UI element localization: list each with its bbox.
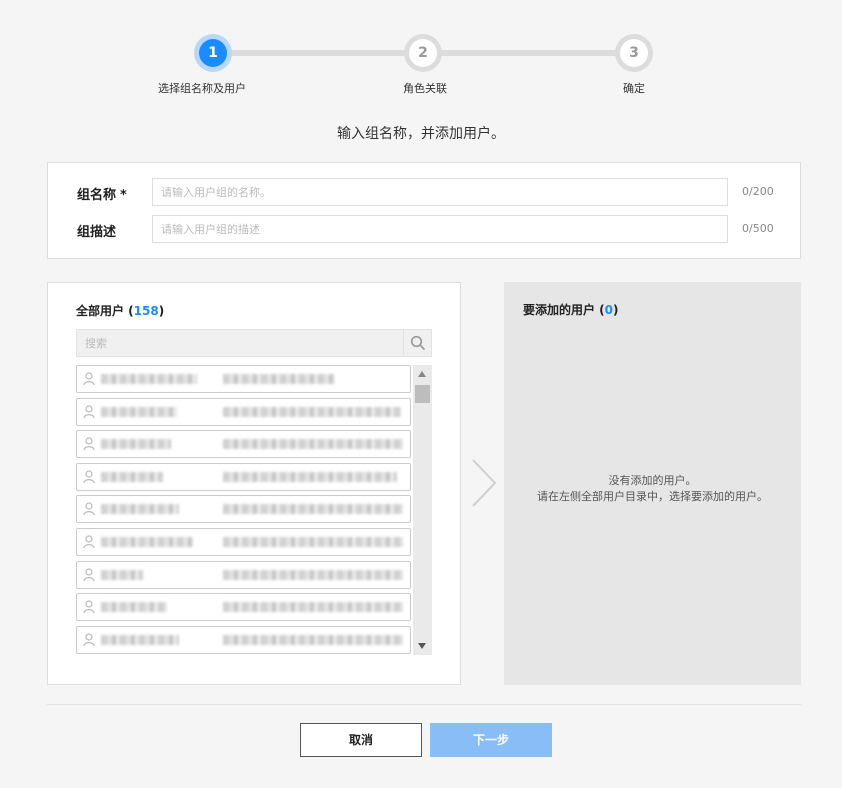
chevron-right-icon [472, 459, 497, 507]
step-3-label: 确定 [623, 82, 645, 95]
step-connector [230, 50, 406, 56]
redacted-user-name [101, 439, 171, 450]
redacted-user-id [223, 537, 403, 547]
user-list-item[interactable] [76, 495, 411, 524]
user-icon [83, 535, 95, 549]
step-2-label: 角色关联 [403, 82, 447, 95]
step-2-number: 2 [409, 39, 437, 67]
user-list-item[interactable] [76, 462, 411, 491]
search-button[interactable] [403, 330, 431, 356]
empty-message-line-1: 没有添加的用户。 [608, 474, 697, 487]
user-icon [83, 470, 95, 483]
redacted-user-id [223, 504, 403, 515]
step-3-indicator: 3 [615, 34, 653, 72]
group-name-input[interactable] [152, 178, 728, 206]
all-users-count: 158 [133, 304, 159, 318]
next-step-button[interactable]: 下一步 [430, 723, 552, 757]
user-list-item[interactable] [76, 560, 411, 589]
user-list-item[interactable] [76, 528, 411, 556]
step-3-number: 3 [620, 39, 648, 67]
group-name-label-text: 组名称 [77, 188, 117, 203]
stepper: 1 2 3 选择组名称及用户 角色关联 确定 [0, 0, 842, 110]
user-list-item[interactable] [76, 397, 411, 426]
all-users-title-suffix: ) [158, 304, 165, 318]
selected-users-title: 要添加的用户 (0) [523, 301, 619, 318]
user-icon [83, 437, 95, 451]
footer-divider [47, 704, 801, 705]
step-connector [440, 50, 618, 56]
redacted-user-name [101, 537, 193, 547]
user-icon [83, 372, 95, 386]
selected-users-panel: 要添加的用户 (0) 没有添加的用户。 请在左侧全部用户目录中，选择要添加的用户… [504, 282, 801, 685]
redacted-user-name [101, 406, 177, 417]
required-mark: * [120, 188, 127, 203]
selected-users-count: 0 [604, 303, 614, 317]
selected-users-title-text: 要添加的用户 ( [523, 303, 605, 317]
scroll-up-arrow-icon[interactable] [418, 371, 426, 377]
user-icon [83, 502, 95, 516]
group-desc-input[interactable] [152, 215, 728, 243]
group-desc-row: 组描述 0/500 [48, 215, 802, 243]
redacted-user-id [223, 439, 403, 450]
redacted-user-id [223, 602, 403, 613]
user-list-item[interactable] [76, 625, 411, 654]
redacted-user-id [223, 634, 403, 645]
intro-text: 输入组名称，并添加用户。 [337, 126, 505, 142]
redacted-user-name [101, 569, 143, 580]
redacted-user-name [101, 602, 167, 613]
redacted-user-name [101, 374, 197, 384]
user-search-input[interactable] [77, 330, 403, 356]
redacted-user-name [101, 504, 179, 515]
step-1-indicator: 1 [194, 34, 232, 72]
group-desc-label: 组描述 [77, 225, 117, 240]
group-name-label: 组名称 * [77, 184, 127, 203]
user-icon [83, 633, 95, 646]
redacted-user-name [101, 471, 163, 482]
all-users-panel: 全部用户 (158) [47, 282, 461, 685]
group-info-form: 组名称* 0/200 组描述 0/500 [47, 162, 801, 259]
group-name-counter: 0/200 [742, 185, 774, 198]
empty-selection-message: 没有添加的用户。 请在左侧全部用户目录中，选择要添加的用户。 [504, 473, 801, 505]
redacted-user-name [101, 634, 179, 645]
step-2-indicator: 2 [404, 34, 442, 72]
all-users-title-text: 全部用户 ( [76, 304, 134, 318]
user-search [76, 329, 432, 357]
user-icon [83, 404, 95, 418]
group-desc-counter: 0/500 [742, 222, 774, 235]
user-list-item[interactable] [76, 430, 411, 459]
user-list-scrollbar[interactable] [413, 365, 432, 655]
step-1-number: 1 [199, 39, 227, 67]
redacted-user-id [223, 471, 397, 482]
user-icon [83, 600, 95, 614]
user-list-item[interactable] [76, 365, 411, 393]
selected-users-title-suffix: ) [613, 303, 619, 317]
cancel-button[interactable]: 取消 [300, 723, 422, 757]
user-list [76, 365, 432, 655]
empty-message-line-2: 请在左侧全部用户目录中，选择要添加的用户。 [537, 490, 768, 503]
redacted-user-id [223, 569, 403, 580]
all-users-title: 全部用户 (158) [76, 302, 164, 319]
user-list-item[interactable] [76, 593, 411, 622]
redacted-user-id [223, 406, 401, 417]
scroll-down-arrow-icon[interactable] [418, 643, 426, 649]
scroll-thumb[interactable] [415, 385, 430, 403]
step-1-label: 选择组名称及用户 [158, 82, 246, 95]
user-icon [83, 567, 95, 581]
redacted-user-id [223, 374, 335, 384]
group-name-row: 组名称* 0/200 [48, 178, 802, 206]
search-icon [410, 335, 426, 351]
